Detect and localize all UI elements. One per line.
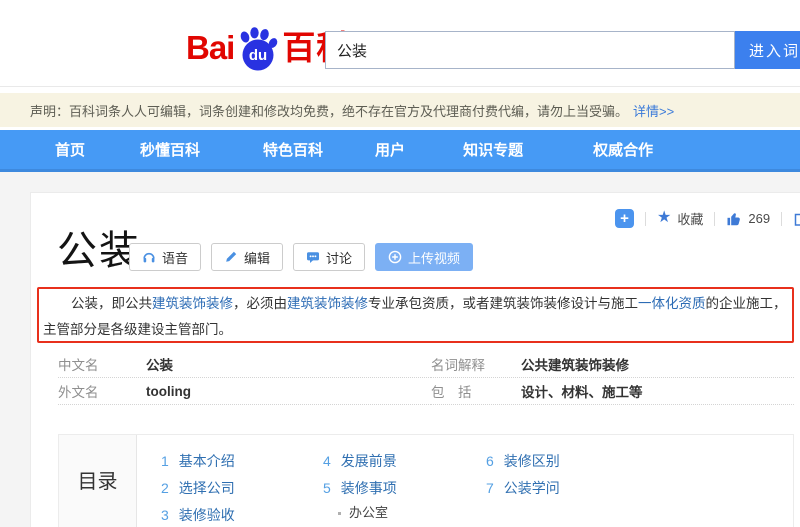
toc-item[interactable]: 5 装修事项 <box>323 475 486 502</box>
summary-segment: ，必须由 <box>233 296 287 311</box>
plus-circle-icon <box>388 250 402 264</box>
toc-sub-label: 办公室 <box>349 502 388 524</box>
toc-link: 基本介绍 <box>179 448 235 475</box>
collect-plus-icon[interactable]: + <box>615 209 634 228</box>
toc-item[interactable]: 7 公装学问 <box>486 475 793 502</box>
info-value: 设计、材料、施工等 <box>521 381 643 401</box>
toc-num: 1 <box>161 448 169 475</box>
nav-item-authority[interactable]: 权威合作 <box>593 139 653 160</box>
toc-column: 1 基本介绍 2 选择公司 3 装修验收 <box>161 448 323 527</box>
pencil-icon <box>224 250 238 264</box>
thumbs-up-icon <box>726 211 742 227</box>
toc-link: 选择公司 <box>179 475 235 502</box>
info-label: 名词解释 <box>431 354 521 374</box>
toc-column: 6 装修区别 7 公装学问 <box>486 448 793 527</box>
info-row: 中文名 公装 <box>58 351 431 378</box>
toc-link: 装修区别 <box>504 448 560 475</box>
header-divider <box>0 86 800 87</box>
headphones-icon <box>142 250 156 264</box>
info-row: 外文名 tooling <box>58 378 431 405</box>
upload-video-label: 上传视频 <box>408 248 460 267</box>
toc-item[interactable]: 4 发展前景 <box>323 448 486 475</box>
toc-num: 7 <box>486 475 494 502</box>
site-header: Bai du 百科 进入词条 <box>0 0 800 92</box>
discuss-button[interactable]: 讨论 <box>293 243 365 271</box>
nav-item-users[interactable]: 用户 <box>375 139 405 160</box>
share-icon <box>793 211 800 227</box>
nav-item-home[interactable]: 首页 <box>55 139 85 160</box>
favorite-button[interactable]: ★ 收藏 <box>657 209 703 228</box>
baidu-paw-icon: du <box>235 26 281 72</box>
summary-paragraph: 公装，即公共建筑装饰装修，必须由建筑装饰装修专业承包资质，或者建筑装饰装修设计与… <box>43 291 791 343</box>
toc-num: 2 <box>161 475 169 502</box>
bullet-icon <box>338 512 341 515</box>
baike-search-input[interactable] <box>325 31 735 69</box>
page-background: + ★ 收藏 269 4 <box>0 172 800 527</box>
info-label: 包 括 <box>431 381 521 401</box>
toc-link: 公装学问 <box>504 475 560 502</box>
title-buttons: 语音 编辑 讨论 <box>129 243 473 271</box>
favorite-label: 收藏 <box>677 209 703 228</box>
logo-text-bai: Bai <box>186 28 234 68</box>
discuss-label: 讨论 <box>326 248 352 267</box>
info-value: tooling <box>146 384 191 399</box>
voice-button[interactable]: 语音 <box>129 243 201 271</box>
summary-link[interactable]: 一体化资质 <box>638 296 706 311</box>
svg-text:du: du <box>249 47 267 64</box>
edit-label: 编辑 <box>244 248 270 267</box>
toc-column: 4 发展前景 5 装修事项 办公室 酒店 <box>323 448 486 527</box>
star-icon: ★ <box>657 210 671 226</box>
info-label: 外文名 <box>58 381 146 401</box>
toc-item[interactable]: 6 装修区别 <box>486 448 793 475</box>
summary-segment: 公装，即公共 <box>71 296 152 311</box>
info-label: 中文名 <box>58 354 146 374</box>
nav-item-featured[interactable]: 特色百科 <box>263 139 323 160</box>
summary-link[interactable]: 建筑装饰装修 <box>287 296 368 311</box>
toc-link: 发展前景 <box>341 448 397 475</box>
nav-item-miaodong[interactable]: 秒懂百科 <box>140 139 200 160</box>
divider <box>645 212 646 226</box>
info-row: 包 括 设计、材料、施工等 <box>431 378 794 405</box>
divider <box>781 212 782 226</box>
info-row: 名词解释 公共建筑装饰装修 <box>431 351 794 378</box>
summary-segment: 专业承包资质，或者建筑装饰装修设计与施工 <box>368 296 638 311</box>
edit-button[interactable]: 编辑 <box>211 243 283 271</box>
info-value: 公装 <box>146 354 173 374</box>
toc-num: 4 <box>323 448 331 475</box>
toc: 目录 1 基本介绍 2 选择公司 3 装修验收 <box>58 434 794 527</box>
toc-item[interactable]: 1 基本介绍 <box>161 448 323 475</box>
like-count: 269 <box>748 211 770 226</box>
summary-link[interactable]: 建筑装饰装修 <box>152 296 233 311</box>
disclaimer-details-link[interactable]: 详情>> <box>633 101 674 120</box>
upload-video-button[interactable]: 上传视频 <box>375 243 473 271</box>
entry-action-bar: + ★ 收藏 269 4 <box>615 209 800 228</box>
enter-entry-button[interactable]: 进入词条 <box>735 31 800 69</box>
toc-link: 装修事项 <box>341 475 397 502</box>
toc-link: 装修验收 <box>179 502 235 527</box>
divider <box>714 212 715 226</box>
content-card: + ★ 收藏 269 4 <box>30 192 800 527</box>
toc-num: 5 <box>323 475 331 502</box>
disclaimer-text: 声明：百科词条人人可编辑，词条创建和修改均免费，绝不存在官方及代理商付费代编，请… <box>30 101 628 120</box>
voice-label: 语音 <box>162 248 188 267</box>
toc-title: 目录 <box>59 435 137 527</box>
toc-sub-item[interactable]: 办公室 <box>323 502 486 524</box>
like-button[interactable]: 269 <box>726 211 770 227</box>
share-button[interactable]: 4 <box>793 211 800 227</box>
nav-item-topics[interactable]: 知识专题 <box>463 139 523 160</box>
infobox: 中文名 公装 名词解释 公共建筑装饰装修 外文名 tooling 包 括 设计、… <box>58 351 794 405</box>
toc-num: 6 <box>486 448 494 475</box>
toc-item[interactable]: 3 装修验收 <box>161 502 323 527</box>
toc-num: 3 <box>161 502 169 527</box>
comment-icon <box>306 250 320 264</box>
info-value: 公共建筑装饰装修 <box>521 354 629 374</box>
nav-bar: 首页 秒懂百科 特色百科 用户 知识专题 权威合作 <box>0 130 800 172</box>
disclaimer-bar: 声明：百科词条人人可编辑，词条创建和修改均免费，绝不存在官方及代理商付费代编，请… <box>0 93 800 127</box>
toc-content: 1 基本介绍 2 选择公司 3 装修验收 4 发展前景 <box>137 435 793 527</box>
toc-item[interactable]: 2 选择公司 <box>161 475 323 502</box>
